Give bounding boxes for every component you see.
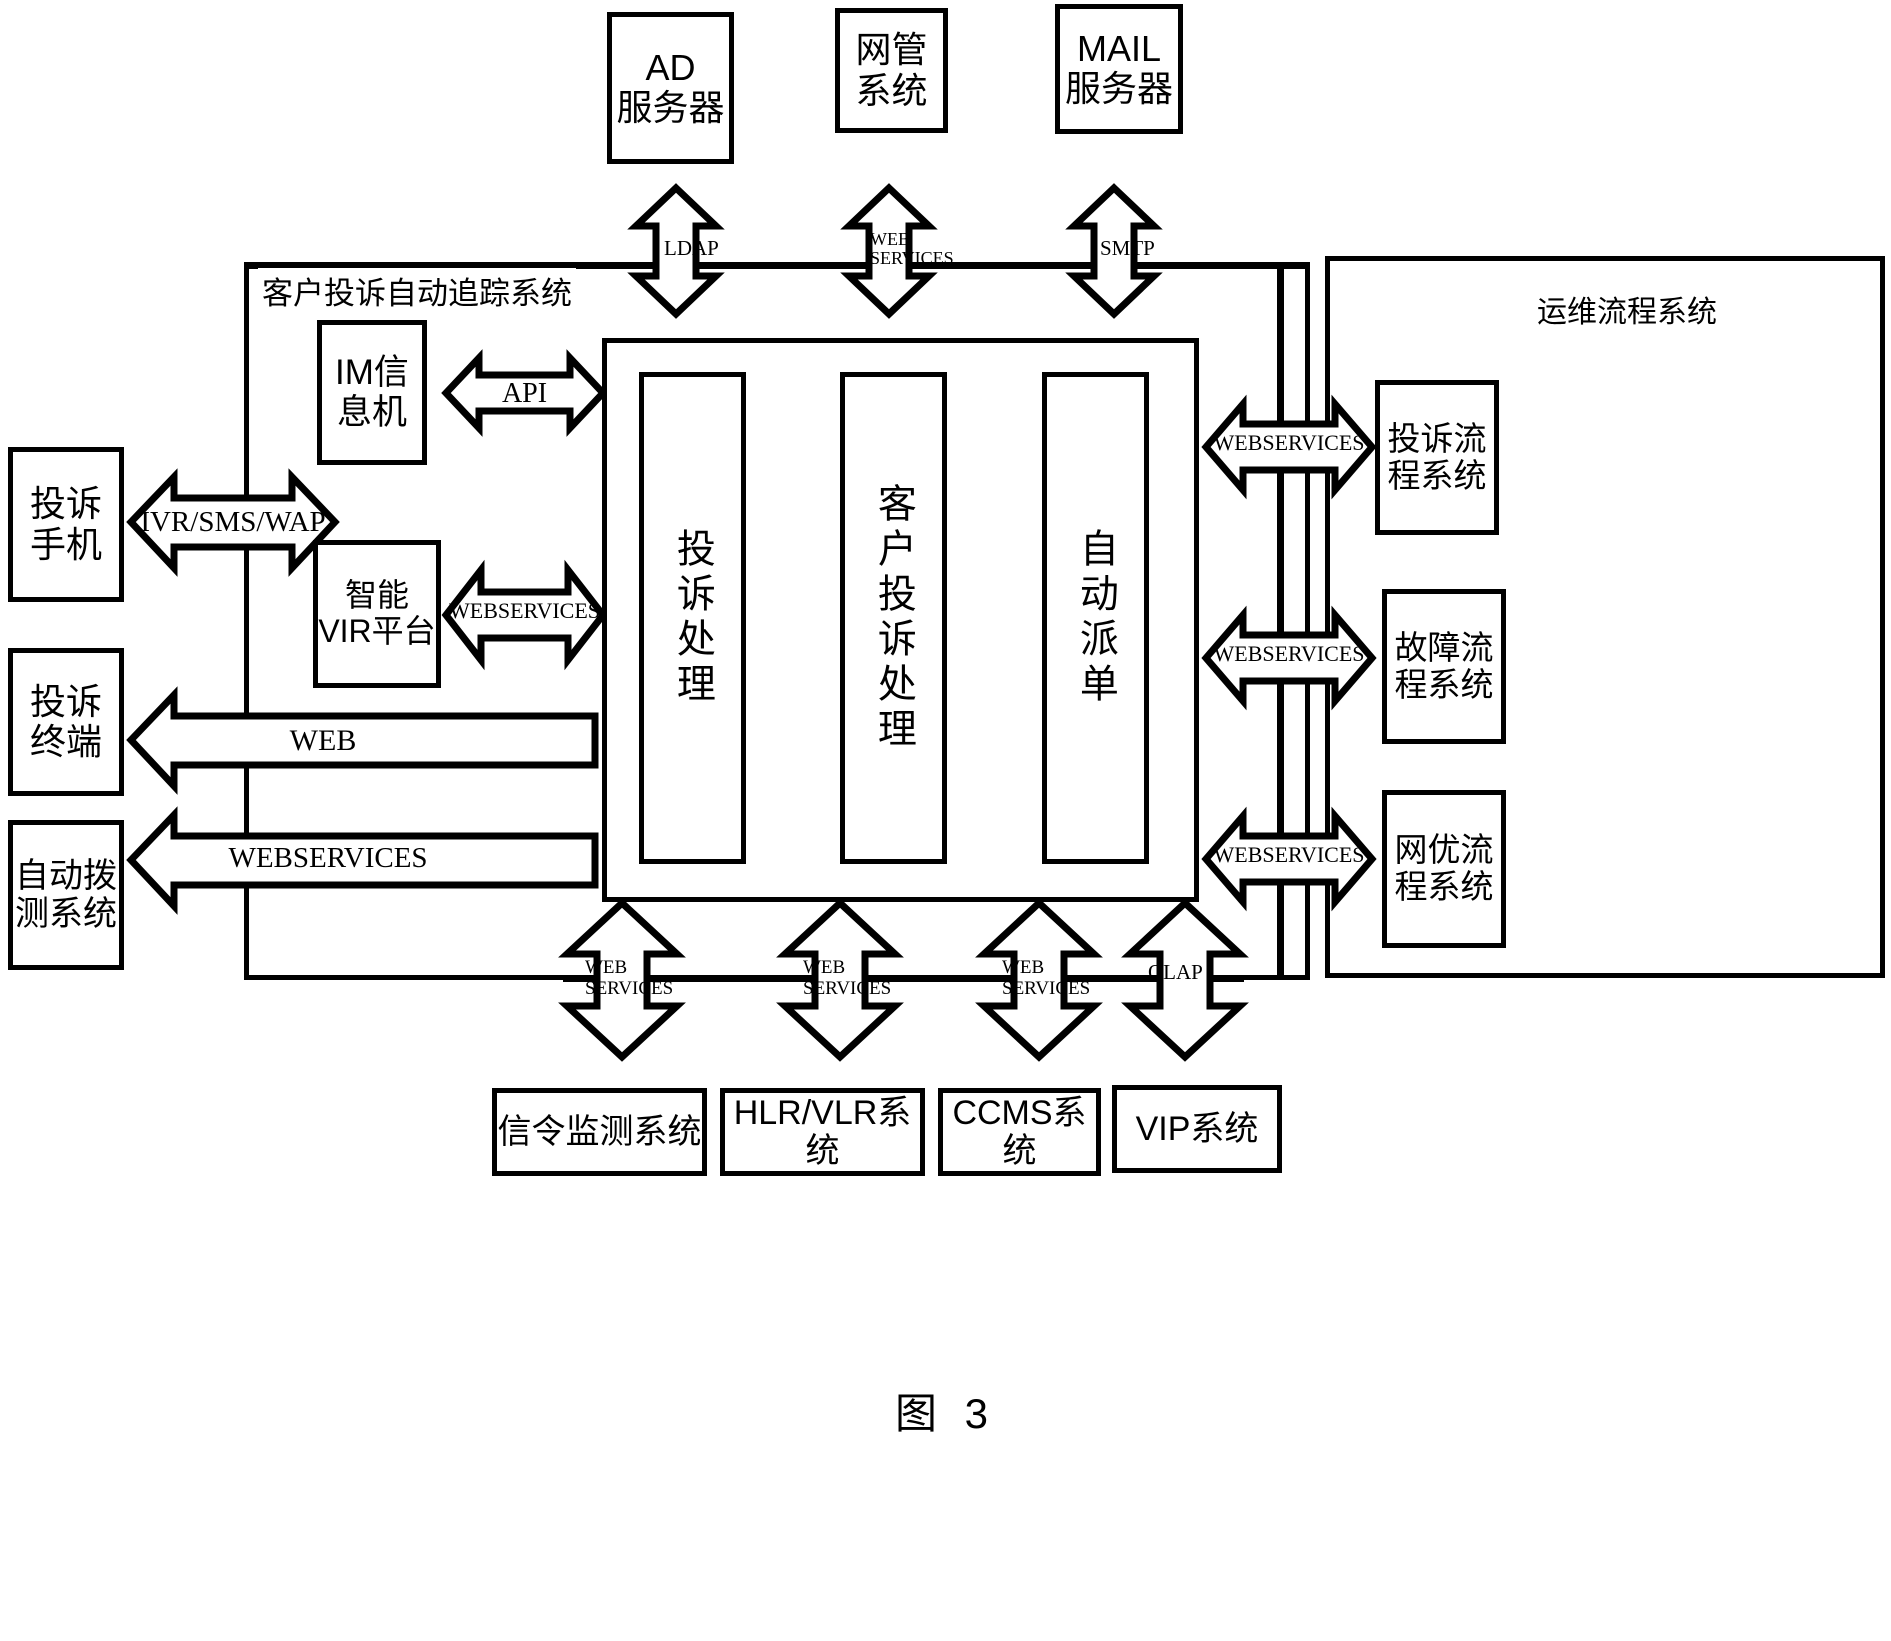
left-system-auto-dial-test-system[interactable]: 自动拨 测系统 [8, 820, 124, 970]
diagram-canvas: 客户投诉自动追踪系统 运维流程系统 AD 服务器 网管 系统 MAIL 服务器 … [0, 0, 1891, 1641]
webservices-connector-ccms-label: WEB SERVICES [1002, 957, 1091, 999]
web-connector: WEB [126, 686, 599, 795]
smtp-connector-label: SMTP [1100, 236, 1155, 260]
api-connector-label: API [501, 378, 548, 409]
core-pillar-customer-complaint-processing-label: 客户投诉处理 [872, 483, 916, 753]
ldap-connector: LDAP [627, 183, 725, 319]
right-system-fault-process-system[interactable]: 故障流 程系统 [1382, 589, 1506, 744]
bottom-system-vip-system[interactable]: VIP系统 [1112, 1085, 1282, 1173]
webservices-connector-fault-flow: WEBSERVICES [1201, 605, 1377, 711]
figure-caption: 图 3 [894, 1390, 997, 1437]
webservices-connector-signalling: WEB SERVICES [558, 898, 686, 1062]
top-system-network-management-system[interactable]: 网管 系统 [835, 8, 948, 133]
right-system-complaint-process-system[interactable]: 投诉流 程系统 [1375, 380, 1499, 535]
webservices-connector-hlrvlr: WEB SERVICES [776, 898, 904, 1062]
webservices-connector-netopt-flow: WEBSERVICES [1201, 806, 1377, 912]
ivr-sms-wap-connector-label: IVR/SMS/WAP [140, 506, 326, 538]
webservices-connector-complaint-flow-label: WEBSERVICES [1213, 430, 1365, 455]
om-process-system-label: 运维流程系统 [1533, 287, 1721, 331]
ldap-connector-label: LDAP [664, 236, 719, 260]
api-connector: API [441, 349, 608, 437]
top-system-ad-server[interactable]: AD 服务器 [607, 12, 734, 164]
inner-module-intelligent-vir-platform[interactable]: 智能 VIR平台 [313, 540, 441, 688]
core-pillar-complaint-processing[interactable]: 投诉处理 [639, 372, 746, 864]
left-system-auto-dial-test-system-label: 自动拨 测系统 [15, 856, 117, 933]
web-connector-label: WEB [289, 724, 357, 757]
inner-module-im-message-machine-label: IM信 息机 [335, 353, 409, 432]
webservices-connector-autodial-label: WEBSERVICES [228, 842, 428, 874]
tracking-system-label: 客户投诉自动追踪系统 [258, 268, 576, 313]
webservices-connector-vir-label: WEBSERVICES [448, 598, 601, 623]
webservices-connector-signalling-label: WEB SERVICES [585, 957, 674, 999]
right-system-complaint-process-system-label: 投诉流 程系统 [1387, 419, 1487, 494]
webservices-connector-ccms: WEB SERVICES [975, 898, 1103, 1062]
bottom-system-hlr-vlr-system[interactable]: HLR/VLR系统 [720, 1088, 925, 1176]
web-services-connector-nms-label: WEB SERVICES [870, 229, 954, 268]
bottom-system-ccms-system-label: CCMS系统 [952, 1093, 1087, 1170]
right-system-network-optimization-process-system-label: 网优流 程系统 [1394, 831, 1494, 905]
inner-module-intelligent-vir-platform-label: 智能 VIR平台 [318, 577, 436, 649]
bottom-system-signalling-monitoring-system-label: 信令监测系统 [497, 1112, 702, 1151]
top-system-mail-server[interactable]: MAIL 服务器 [1055, 4, 1183, 134]
webservices-connector-hlrvlr-label: WEB SERVICES [803, 957, 892, 999]
bottom-system-vip-system-label: VIP系统 [1135, 1109, 1259, 1148]
webservices-connector-netopt-flow-label: WEBSERVICES [1213, 842, 1365, 867]
olap-connector: OLAP [1121, 898, 1249, 1062]
bottom-system-signalling-monitoring-system[interactable]: 信令监测系统 [492, 1088, 707, 1176]
ivr-sms-wap-connector: IVR/SMS/WAP [126, 468, 340, 577]
left-system-complaint-terminal-label: 投诉 终端 [29, 680, 102, 762]
smtp-connector: SMTP [1065, 183, 1163, 319]
core-pillar-complaint-processing-label: 投诉处理 [671, 528, 715, 708]
webservices-connector-fault-flow-label: WEBSERVICES [1213, 641, 1365, 666]
core-pillar-customer-complaint-processing[interactable]: 客户投诉处理 [840, 372, 947, 864]
left-system-complaint-mobile-label: 投诉 手机 [29, 483, 102, 565]
bottom-system-hlr-vlr-system-label: HLR/VLR系统 [733, 1093, 912, 1170]
right-system-fault-process-system-label: 故障流 程系统 [1394, 628, 1494, 703]
left-system-complaint-terminal[interactable]: 投诉 终端 [8, 648, 124, 796]
right-system-network-optimization-process-system[interactable]: 网优流 程系统 [1382, 790, 1506, 948]
left-system-complaint-mobile[interactable]: 投诉 手机 [8, 447, 124, 602]
web-services-connector-nms: WEB SERVICES [840, 183, 954, 319]
webservices-connector-autodial: WEBSERVICES [126, 806, 599, 915]
top-system-network-management-system-label: 网管 系统 [855, 29, 928, 111]
olap-connector-label: OLAP [1148, 960, 1203, 984]
top-system-mail-server-label: MAIL 服务器 [1064, 27, 1173, 109]
inner-module-im-message-machine[interactable]: IM信 息机 [317, 320, 427, 465]
bottom-system-ccms-system[interactable]: CCMS系统 [938, 1088, 1101, 1176]
webservices-connector-complaint-flow: WEBSERVICES [1201, 394, 1377, 500]
webservices-connector-vir: WEBSERVICES [441, 559, 608, 671]
top-system-ad-server-label: AD 服务器 [616, 46, 725, 128]
core-pillar-auto-dispatch-label: 自动派单 [1074, 528, 1118, 708]
core-pillar-auto-dispatch[interactable]: 自动派单 [1042, 372, 1149, 864]
